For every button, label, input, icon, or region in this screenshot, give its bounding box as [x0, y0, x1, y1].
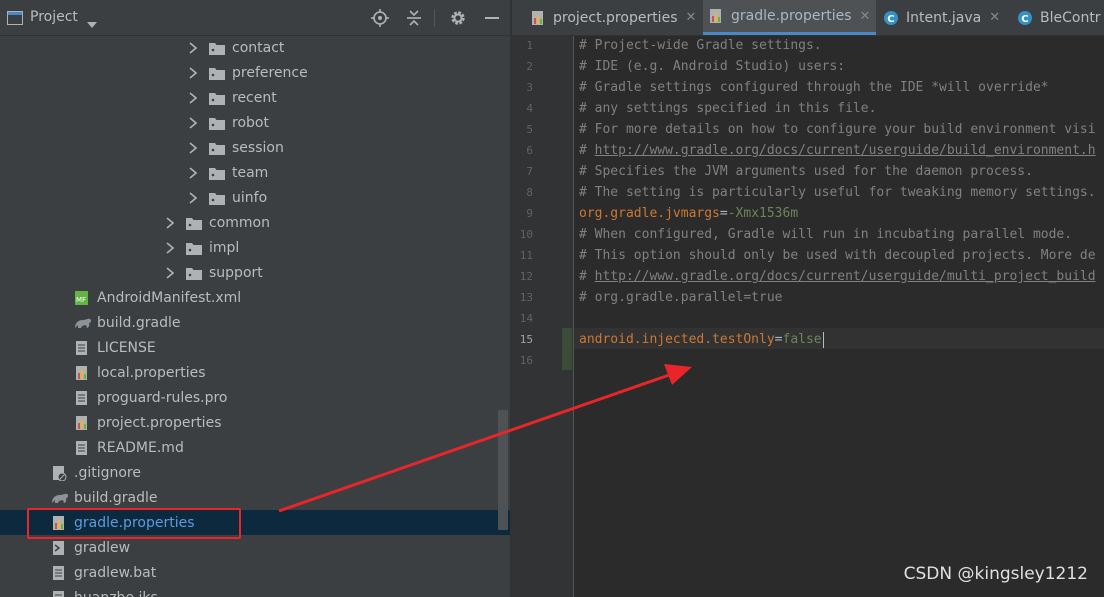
line-number: 11	[519, 249, 533, 262]
line-number: 2	[526, 60, 533, 73]
line-number: 8	[526, 186, 533, 199]
line-number: 14	[519, 312, 533, 325]
line-number: 9	[526, 207, 533, 220]
line-number: 10	[519, 228, 533, 241]
line-number: 12	[519, 270, 533, 283]
line-number: 15	[519, 333, 533, 346]
line-number: 16	[519, 354, 533, 367]
line-number: 4	[526, 102, 533, 115]
line-number: 3	[526, 81, 533, 94]
line-number: 6	[526, 144, 533, 157]
line-number: 13	[519, 291, 533, 304]
line-number: 7	[526, 165, 533, 178]
annotation-arrow	[278, 364, 692, 513]
line-number: 5	[526, 123, 533, 136]
line-number: 1	[526, 39, 533, 52]
watermark: CSDN @kingsley1212	[903, 564, 1088, 584]
